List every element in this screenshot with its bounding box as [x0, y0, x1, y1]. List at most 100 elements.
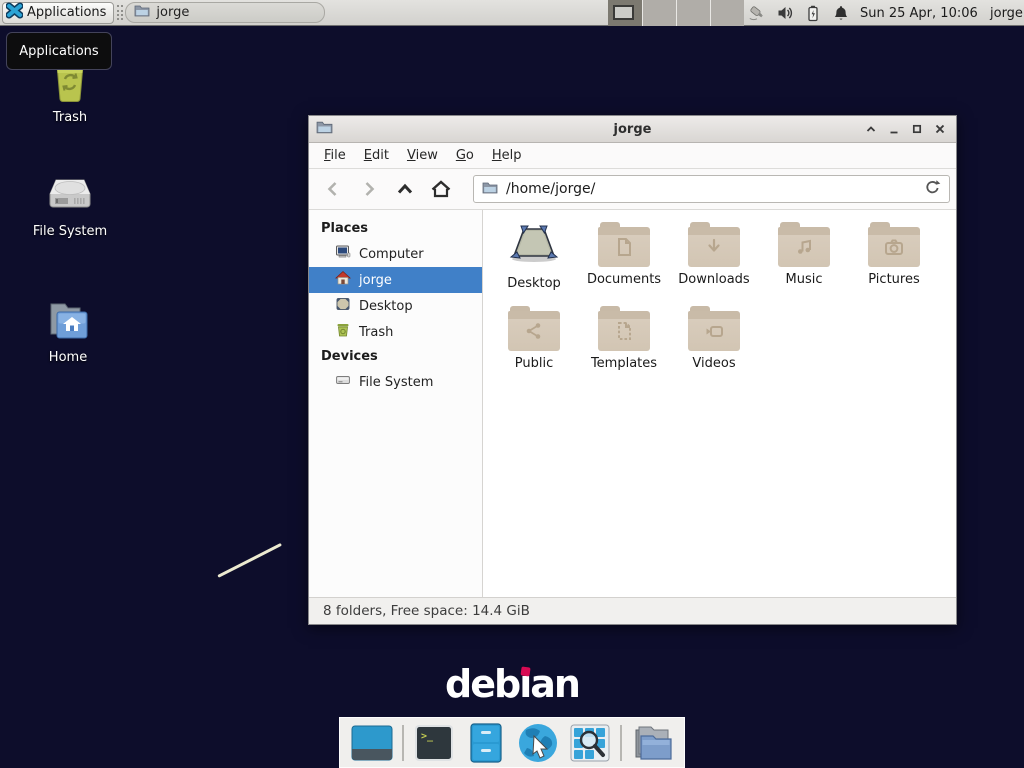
desktop-icon-file-system[interactable]: File System [22, 172, 118, 239]
templates-folder-icon [598, 306, 650, 352]
volume-icon[interactable] [776, 4, 794, 22]
desktop-icon-label: File System [33, 224, 107, 239]
stray-line-artifact [217, 543, 282, 578]
back-button[interactable] [321, 177, 345, 201]
top-panel: Applications jorge [0, 0, 1024, 26]
shade-button[interactable] [864, 122, 878, 136]
desktop-icon-home[interactable]: Home [20, 300, 116, 365]
file-item-public[interactable]: Public [489, 304, 579, 388]
file-item-pictures[interactable]: Pictures [849, 220, 939, 304]
hard-drive-icon [46, 172, 94, 220]
file-item-label: Music [786, 272, 823, 287]
sidebar-item-trash[interactable]: Trash [309, 319, 482, 345]
dock-separator [620, 725, 622, 761]
desktop-icon-label: Trash [53, 110, 87, 125]
sidebar-item-label: Computer [359, 247, 424, 262]
window-main-area: Places Computer [309, 210, 956, 597]
path-text[interactable]: /home/jorge/ [506, 181, 916, 197]
file-item-label: Videos [692, 356, 735, 371]
workspace-3[interactable] [676, 0, 710, 26]
file-item-videos[interactable]: Videos [669, 304, 759, 388]
workspace-window-preview [613, 5, 634, 20]
drive-small-icon [335, 372, 351, 392]
up-button[interactable] [393, 177, 417, 201]
applications-tooltip: Applications [6, 32, 112, 70]
public-folder-icon [508, 306, 560, 352]
menu-view[interactable]: View [398, 145, 447, 166]
file-item-downloads[interactable]: Downloads [669, 220, 759, 304]
battery-icon[interactable] [804, 4, 822, 22]
network-icon[interactable] [748, 4, 766, 22]
taskbar-window-label: jorge [156, 5, 189, 20]
sidebar-item-label: Desktop [359, 299, 413, 314]
show-desktop-icon[interactable] [350, 721, 394, 765]
file-manager-cabinet-icon[interactable] [464, 721, 508, 765]
applications-menu-button[interactable]: Applications [2, 2, 114, 24]
videos-folder-icon [688, 306, 740, 352]
toolbar: /home/jorge/ [309, 169, 956, 210]
menu-edit[interactable]: Edit [355, 145, 398, 166]
places-header: Places [309, 217, 482, 241]
status-bar: 8 folders, Free space: 14.4 GiB [309, 597, 956, 624]
window-title: jorge [614, 122, 652, 137]
panel-clock[interactable]: Sun 25 Apr, 10:06 [860, 0, 978, 26]
workspace-4[interactable] [710, 0, 744, 26]
workspace-2[interactable] [642, 0, 676, 26]
reload-icon[interactable] [924, 179, 941, 200]
documents-folder-icon [598, 222, 650, 268]
svg-text:>_: >_ [421, 731, 434, 742]
file-item-templates[interactable]: Templates [579, 304, 669, 388]
music-folder-icon [778, 222, 830, 268]
forward-button[interactable] [357, 177, 381, 201]
system-tray [748, 0, 850, 26]
window-titlebar[interactable]: jorge [309, 116, 956, 143]
file-item-documents[interactable]: Documents [579, 220, 669, 304]
app-finder-icon[interactable] [568, 721, 612, 765]
downloads-folder-icon [688, 222, 740, 268]
debian-red-dot [520, 666, 530, 676]
file-item-label: Documents [587, 272, 661, 287]
desktop-pad-icon [335, 296, 351, 316]
debian-logo-text: debian [445, 662, 579, 706]
file-item-desktop[interactable]: Desktop [489, 220, 579, 304]
applications-menu-label: Applications [27, 5, 106, 20]
path-folder-icon [482, 181, 498, 198]
menu-file[interactable]: File [315, 145, 355, 166]
home-folder-icon [45, 300, 91, 346]
file-item-label: Downloads [678, 272, 749, 287]
dock-separator [402, 725, 404, 761]
menu-help[interactable]: Help [483, 145, 531, 166]
panel-grip-handle[interactable] [117, 5, 123, 20]
computer-icon [335, 244, 351, 264]
file-item-music[interactable]: Music [759, 220, 849, 304]
menubar: File Edit View Go Help [309, 143, 956, 169]
file-item-label: Desktop [507, 276, 561, 291]
web-browser-globe-icon[interactable] [516, 721, 560, 765]
file-item-label: Pictures [868, 272, 919, 287]
home-icon [335, 270, 351, 290]
close-button[interactable] [933, 122, 947, 136]
files-grid: Desktop Documents [483, 210, 956, 597]
terminal-icon[interactable]: >_ [412, 721, 456, 765]
devices-header: Devices [309, 345, 482, 369]
taskbar-window-button[interactable]: jorge [125, 2, 325, 23]
path-bar[interactable]: /home/jorge/ [473, 175, 950, 203]
home-button[interactable] [429, 177, 453, 201]
workspace-switcher [608, 0, 744, 26]
sidebar-item-jorge[interactable]: jorge [309, 267, 482, 293]
pictures-folder-icon [868, 222, 920, 268]
workspace-1[interactable] [608, 0, 642, 26]
desktop-trapezoid-icon [507, 220, 561, 272]
file-item-label: Templates [591, 356, 657, 371]
sidebar-item-file-system[interactable]: File System [309, 369, 482, 395]
panel-username[interactable]: jorge [990, 0, 1023, 26]
desktop-background: Applications jorge [0, 0, 1024, 768]
notifications-bell-icon[interactable] [832, 4, 850, 22]
file-manager-window: jorge File Edit View Go Help [308, 115, 957, 625]
minimize-button[interactable] [887, 122, 901, 136]
sidebar-item-computer[interactable]: Computer [309, 241, 482, 267]
menu-go[interactable]: Go [447, 145, 483, 166]
sidebar-item-desktop[interactable]: Desktop [309, 293, 482, 319]
directory-menu-folder-icon[interactable] [630, 721, 674, 765]
maximize-button[interactable] [910, 122, 924, 136]
